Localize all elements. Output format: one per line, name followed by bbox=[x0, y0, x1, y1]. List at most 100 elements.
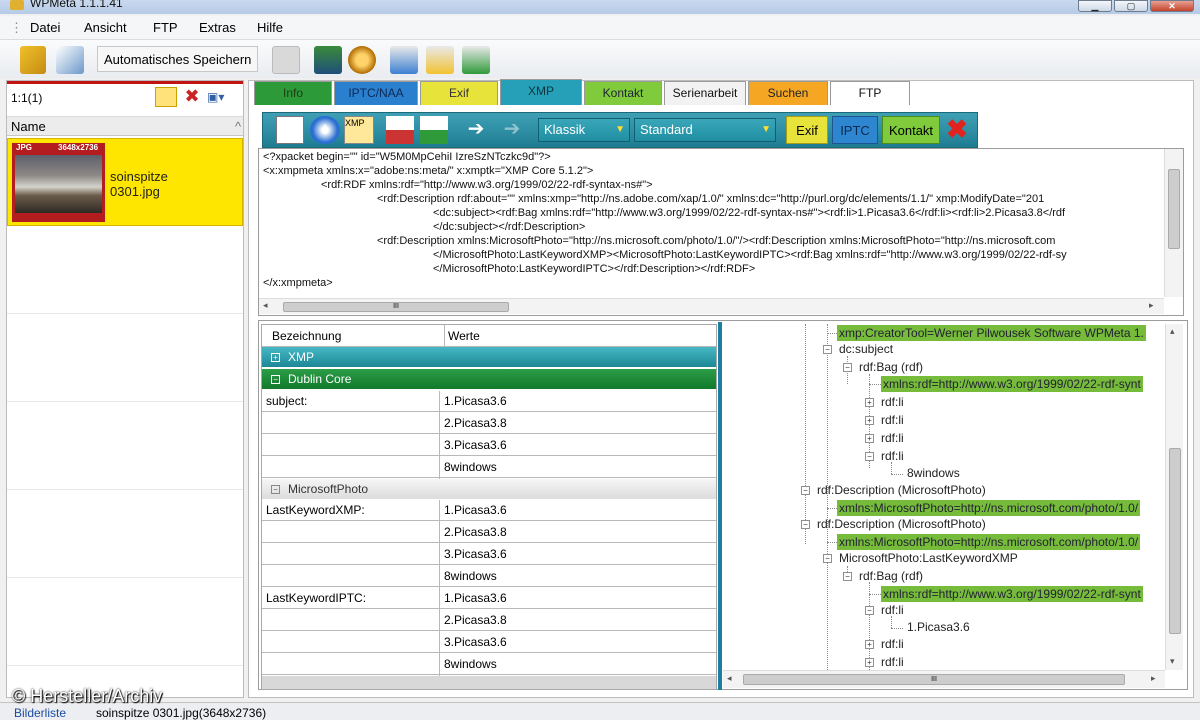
table-green-icon[interactable] bbox=[420, 116, 448, 144]
style-combo[interactable]: Klassik ▼ bbox=[538, 118, 630, 142]
tree-node-li[interactable]: rdf:li bbox=[881, 637, 904, 651]
expand-icon[interactable]: + bbox=[865, 658, 874, 667]
table-row[interactable]: 2.Picasa3.8 bbox=[262, 413, 716, 434]
save-disk-icon[interactable] bbox=[272, 46, 300, 74]
table-red-icon[interactable] bbox=[386, 116, 414, 144]
tab-suchen[interactable]: Suchen bbox=[748, 81, 828, 105]
tab-serienarbeit[interactable]: Serienarbeit bbox=[664, 81, 746, 105]
expand-icon[interactable]: + bbox=[865, 434, 874, 443]
scroll-left-icon[interactable]: ◂ bbox=[727, 673, 732, 684]
tree-node-bag[interactable]: rdf:Bag (rdf) bbox=[859, 360, 923, 374]
view-combo[interactable]: Standard ▼ bbox=[634, 118, 776, 142]
collapse-icon[interactable]: − bbox=[801, 486, 810, 495]
tab-info[interactable]: Info bbox=[254, 81, 332, 105]
table-row[interactable]: 3.Picasa3.6 bbox=[262, 435, 716, 456]
close-button[interactable]: ✕ bbox=[1150, 0, 1194, 12]
tree-node-li[interactable]: rdf:li bbox=[881, 413, 904, 427]
table-row[interactable]: 8windows bbox=[262, 566, 716, 587]
list-view-icon[interactable] bbox=[155, 87, 177, 107]
info-icon[interactable]: i bbox=[310, 116, 340, 144]
settings-list-icon[interactable] bbox=[426, 46, 454, 74]
name-column-header[interactable]: Name ^ bbox=[7, 116, 243, 136]
scroll-right-icon[interactable]: ▸ bbox=[1151, 673, 1156, 684]
col-werte[interactable]: Werte bbox=[448, 329, 480, 343]
tab-iptc[interactable]: IPTC/NAA bbox=[334, 81, 418, 105]
collapse-icon[interactable]: − bbox=[271, 485, 280, 494]
tree-node-value[interactable]: 8windows bbox=[907, 466, 960, 480]
remove-icon[interactable]: ✖ bbox=[181, 87, 203, 107]
collapse-icon[interactable]: − bbox=[843, 572, 852, 581]
tree-node-ms-ns[interactable]: xmlns:MicrosoftPhoto=http://ns.microsoft… bbox=[837, 534, 1141, 550]
export-list-icon[interactable] bbox=[462, 46, 490, 74]
tree-vertical-scrollbar[interactable]: ▴ ▾ bbox=[1165, 324, 1183, 670]
tree-node-li[interactable]: rdf:li bbox=[881, 603, 904, 617]
table-row[interactable]: 3.Picasa3.6 bbox=[262, 544, 716, 565]
group-microsoftphoto[interactable]: − MicrosoftPhoto bbox=[262, 479, 716, 499]
tree-node-creator[interactable]: xmp:CreatorTool=Werner Pilwousek Softwar… bbox=[837, 325, 1146, 341]
image-list-item[interactable]: JPG 3648x2736 soinspitze 0301.jpg bbox=[7, 138, 243, 226]
tree-node-bag-ns[interactable]: xmlns:rdf=http://www.w3.org/1999/02/22-r… bbox=[881, 376, 1143, 392]
minimize-button[interactable]: ▁ bbox=[1078, 0, 1112, 12]
collapse-icon[interactable]: − bbox=[801, 520, 810, 529]
tree-node-li[interactable]: rdf:li bbox=[881, 449, 904, 463]
tree-node-li[interactable]: rdf:li bbox=[881, 395, 904, 409]
kontakt-button[interactable]: Kontakt bbox=[882, 116, 940, 144]
table-row[interactable]: 8windows bbox=[262, 457, 716, 478]
expand-icon[interactable]: + bbox=[865, 398, 874, 407]
delete-icon[interactable]: ✖ bbox=[942, 116, 972, 144]
tab-kontakt[interactable]: Kontakt bbox=[584, 81, 662, 105]
tree-node-li[interactable]: rdf:li bbox=[881, 431, 904, 445]
collapse-icon[interactable]: − bbox=[823, 554, 832, 563]
document-icon[interactable] bbox=[276, 116, 304, 144]
tree-node-ms-ns[interactable]: xmlns:MicrosoftPhoto=http://ns.microsoft… bbox=[837, 500, 1141, 516]
col-bezeichnung[interactable]: Bezeichnung bbox=[272, 329, 341, 343]
collapse-icon[interactable]: − bbox=[865, 452, 874, 461]
status-image-list[interactable]: Bilderliste bbox=[14, 706, 66, 720]
import-arrow-icon[interactable]: ➔ bbox=[462, 116, 490, 144]
iptc-button[interactable]: IPTC bbox=[832, 116, 878, 144]
xml-horizontal-scrollbar[interactable]: ◂ III ▸ bbox=[259, 298, 1164, 314]
scroll-thumb[interactable]: III bbox=[743, 674, 1125, 685]
list-icon[interactable] bbox=[390, 46, 418, 74]
tree-node-bag[interactable]: rdf:Bag (rdf) bbox=[859, 569, 923, 583]
menu-ansicht[interactable]: Ansicht bbox=[84, 20, 127, 35]
table-row[interactable]: 8windows bbox=[262, 654, 716, 675]
expand-icon[interactable]: + bbox=[271, 353, 280, 362]
tree-node-desc-ms[interactable]: rdf:Description (MicrosoftPhoto) bbox=[817, 483, 986, 497]
table-row[interactable]: LastKeywordXMP: 1.Picasa3.6 bbox=[262, 500, 716, 521]
email-icon[interactable] bbox=[348, 46, 376, 74]
image-icon[interactable] bbox=[314, 46, 342, 74]
display-menu-icon[interactable]: ▣▾ bbox=[207, 87, 237, 107]
collapse-icon[interactable]: − bbox=[843, 363, 852, 372]
scroll-thumb[interactable] bbox=[1169, 448, 1181, 634]
menu-datei[interactable]: Datei bbox=[30, 20, 60, 35]
tab-exif[interactable]: Exif bbox=[420, 81, 498, 105]
tree-node-desc-ms[interactable]: rdf:Description (MicrosoftPhoto) bbox=[817, 517, 986, 531]
scroll-left-icon[interactable]: ◂ bbox=[263, 300, 268, 311]
scroll-up-icon[interactable]: ▴ bbox=[1170, 326, 1175, 337]
menu-ftp[interactable]: FTP bbox=[153, 20, 178, 35]
expand-icon[interactable]: + bbox=[865, 640, 874, 649]
table-row[interactable]: 2.Picasa3.8 bbox=[262, 522, 716, 543]
tree-view-icon[interactable] bbox=[20, 46, 46, 74]
menu-extras[interactable]: Extras bbox=[199, 20, 236, 35]
tab-ftp[interactable]: FTP bbox=[830, 81, 910, 105]
xml-source-view[interactable]: <?xpacket begin="" id="W5M0MpCehiI IzreS… bbox=[258, 148, 1184, 316]
scroll-thumb[interactable] bbox=[1168, 169, 1180, 249]
edit-document-icon[interactable] bbox=[56, 46, 84, 74]
tree-node-bag-ns[interactable]: xmlns:rdf=http://www.w3.org/1999/02/22-r… bbox=[881, 586, 1143, 602]
tab-xmp[interactable]: XMP bbox=[500, 79, 582, 105]
group-dublin-core[interactable]: − Dublin Core bbox=[262, 369, 716, 389]
table-row[interactable]: 2.Picasa3.8 bbox=[262, 610, 716, 631]
xmp-tree-view[interactable]: xmp:CreatorTool=Werner Pilwousek Softwar… bbox=[723, 324, 1165, 686]
exif-button[interactable]: Exif bbox=[786, 116, 828, 144]
group-xmp[interactable]: + XMP bbox=[262, 347, 716, 367]
tree-node-value[interactable]: 1.Picasa3.6 bbox=[907, 620, 970, 634]
xml-vertical-scrollbar[interactable] bbox=[1164, 149, 1183, 297]
tree-node-li[interactable]: rdf:li bbox=[881, 655, 904, 669]
table-row[interactable]: 3.Picasa3.6 bbox=[262, 632, 716, 653]
table-row[interactable]: LastKeywordIPTC: 1.Picasa3.6 bbox=[262, 588, 716, 609]
autosave-button[interactable]: Automatisches Speichern bbox=[97, 46, 259, 72]
collapse-icon[interactable]: − bbox=[823, 345, 832, 354]
scroll-right-icon[interactable]: ▸ bbox=[1149, 300, 1154, 311]
